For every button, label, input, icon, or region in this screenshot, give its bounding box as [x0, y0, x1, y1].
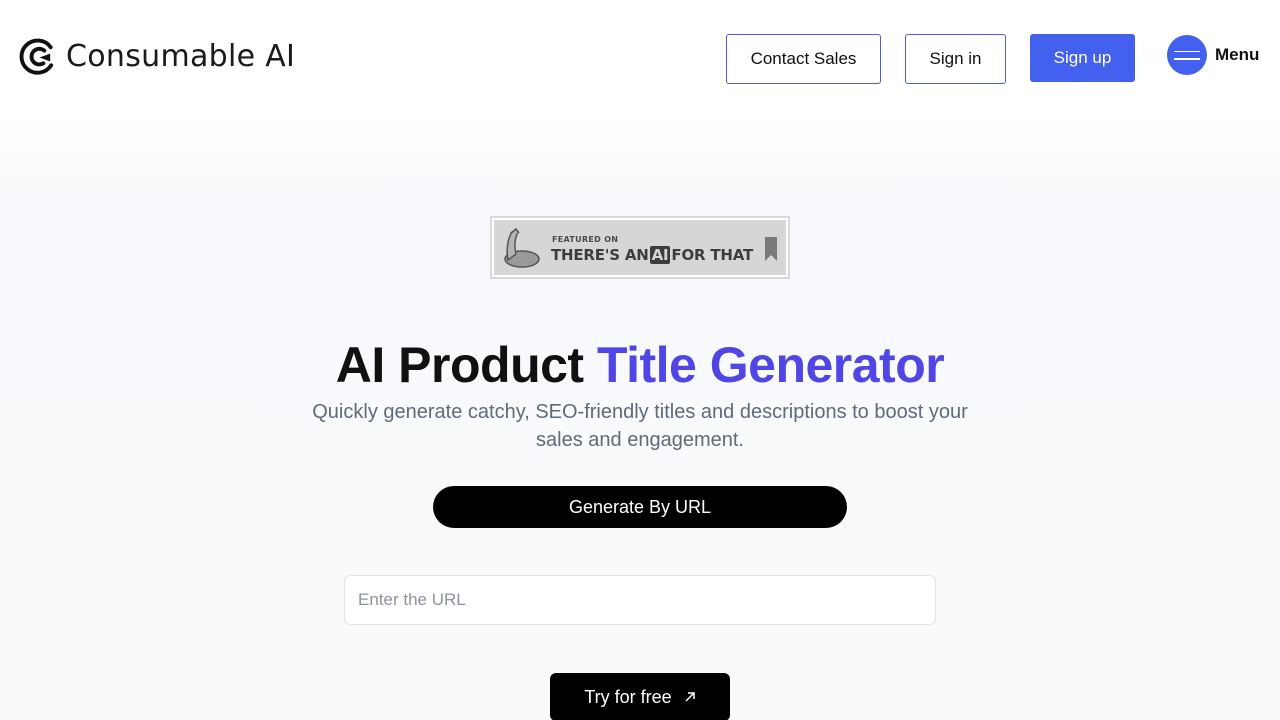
- badge-inner: FEATURED ON THERE'S AN AI FOR THAT: [494, 220, 786, 275]
- arrow-up-right-icon: [685, 692, 695, 702]
- badge-text-after: FOR THAT: [671, 246, 754, 264]
- badge-title: THERE'S AN AI FOR THAT: [551, 246, 753, 264]
- page-subtitle: Quickly generate catchy, SEO-friendly ti…: [312, 401, 968, 451]
- generate-by-url-button[interactable]: Generate By URL: [433, 486, 847, 528]
- page-title: AI Product Title Generator: [0, 336, 1280, 394]
- try-for-free-button[interactable]: Try for free: [550, 673, 730, 720]
- title-main: AI Product: [335, 337, 597, 393]
- header: Consumable AI Contact Sales Sign in Sign…: [0, 0, 1280, 116]
- page: Consumable AI Contact Sales Sign in Sign…: [0, 0, 1280, 720]
- try-for-free-label: Try for free: [584, 686, 672, 707]
- sign-in-button[interactable]: Sign in: [905, 34, 1006, 84]
- hamburger-icon: [1167, 35, 1207, 75]
- sign-up-button[interactable]: Sign up: [1030, 34, 1135, 82]
- consumable-logo-icon: [19, 38, 54, 75]
- badge-featured-text: FEATURED ON: [552, 235, 619, 244]
- featured-badge[interactable]: FEATURED ON THERE'S AN AI FOR THAT: [490, 216, 790, 279]
- title-accent: Title Generator: [596, 337, 945, 393]
- logo-text: Consumable AI: [66, 38, 296, 74]
- menu-button[interactable]: Menu: [1167, 35, 1259, 75]
- arm-icon: [504, 227, 540, 268]
- contact-sales-button[interactable]: Contact Sales: [726, 34, 881, 84]
- logo-link[interactable]: Consumable AI: [18, 36, 295, 76]
- hero-section: FEATURED ON THERE'S AN AI FOR THAT AI Pr…: [0, 116, 1280, 720]
- badge-text-before: THERE'S AN: [551, 246, 649, 264]
- url-input[interactable]: [344, 575, 936, 625]
- badge-ai-text: AI: [649, 246, 671, 264]
- bookmark-icon: [765, 237, 777, 261]
- menu-label: Menu: [1215, 45, 1260, 64]
